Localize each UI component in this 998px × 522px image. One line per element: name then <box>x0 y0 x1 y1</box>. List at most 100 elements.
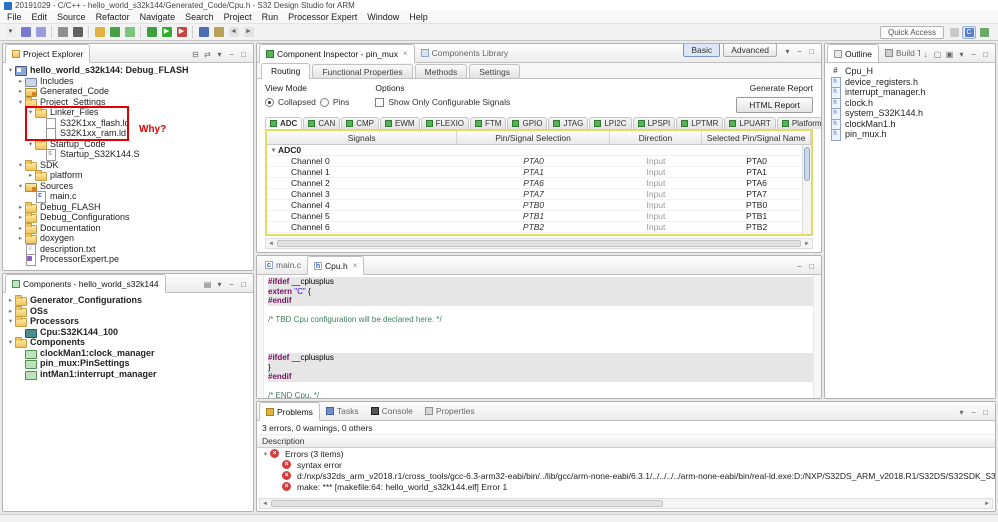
pin-selection[interactable]: PTA0 <box>457 156 609 166</box>
code-area[interactable]: #ifdef __cplusplus extern "C" {#endif /* … <box>264 275 813 398</box>
filter-icon[interactable]: ▤ <box>202 280 213 289</box>
menu-help[interactable]: Help <box>404 11 433 23</box>
project-item-s32k1xx-flash-ld[interactable]: S32K1xx_flash.ld <box>3 117 253 130</box>
editor-tab-main-c[interactable]: c main.c <box>259 256 307 274</box>
outline-item-device-registers-h[interactable]: device_registers.h <box>825 76 995 89</box>
code-line[interactable]: #endif <box>268 296 813 306</box>
peripheral-tab-can[interactable]: CAN <box>303 117 341 129</box>
scroll-left-icon[interactable]: ◄ <box>266 241 276 247</box>
quick-access-button[interactable]: Quick Access <box>879 25 944 39</box>
scroll-left-icon[interactable]: ◄ <box>260 501 270 507</box>
project-item-s32k1xx-ram-ld[interactable]: S32K1xx_ram.ld <box>3 128 253 141</box>
code-line[interactable] <box>268 306 813 316</box>
code-line[interactable]: #endif <box>268 372 813 382</box>
minimize-icon[interactable]: − <box>226 280 237 289</box>
project-item-processorexpert-pe[interactable]: ProcessorExpert.pe <box>3 254 253 267</box>
expand-arrow[interactable]: ▸ <box>26 171 35 179</box>
collapse-all-icon[interactable]: ⊟ <box>190 50 201 59</box>
code-line[interactable]: /* TBD Cpu configuration will be declare… <box>268 315 813 325</box>
project-item-generated-code[interactable]: ▸ Generated_Code <box>3 86 253 98</box>
peripheral-tab-lpspi[interactable]: LPSPI <box>632 117 676 129</box>
signal-row[interactable]: Channel 5 PTB1 Input PTB1 <box>267 211 811 222</box>
project-item-debug-configurations[interactable]: ▸ Debug_Configurations <box>3 212 253 224</box>
debug-perspective-icon[interactable] <box>977 26 991 39</box>
signal-row[interactable]: Channel 0 PTA0 Input PTA0 <box>267 156 811 167</box>
expand-arrow[interactable]: ▸ <box>16 203 25 211</box>
view-menu-icon[interactable]: ▾ <box>782 47 793 56</box>
project-item-description-txt[interactable]: description.txt <box>3 243 253 256</box>
maximize-icon[interactable]: □ <box>980 50 991 59</box>
project-item-project-settings[interactable]: ▾ Project_Settings <box>3 96 253 108</box>
pin-selection[interactable]: PTA6 <box>457 178 609 188</box>
scrollbar-thumb[interactable] <box>271 500 663 507</box>
code-line[interactable]: extern "C" { <box>268 286 813 296</box>
signal-row[interactable]: Channel 3 PTA7 Input PTA7 <box>267 189 811 200</box>
menu-project[interactable]: Project <box>219 11 257 23</box>
signal-row[interactable]: Channel 6 PTB2 Input PTB2 <box>267 222 811 233</box>
problems-tab-console[interactable]: Console <box>365 402 419 420</box>
signal-row[interactable]: Channel 2 PTA6 Input PTA6 <box>267 178 811 189</box>
menu-source[interactable]: Source <box>52 11 91 23</box>
subtab-methods[interactable]: Methods <box>414 64 468 78</box>
peripheral-tab-adc[interactable]: ADC <box>265 117 303 129</box>
sort-icon[interactable]: ↓ <box>920 50 931 59</box>
code-line[interactable] <box>268 344 813 354</box>
pin-selection[interactable]: PTB2 <box>457 222 609 232</box>
menu-window[interactable]: Window <box>362 11 404 23</box>
menu-search[interactable]: Search <box>180 11 219 23</box>
scroll-right-icon[interactable]: ► <box>802 241 812 247</box>
view-mode-option-pins[interactable]: Pins <box>319 97 349 107</box>
advanced-button[interactable]: Advanced <box>723 44 777 57</box>
table-horizontal-scrollbar[interactable]: ◄ ► <box>265 238 813 249</box>
column-header-direction[interactable]: Direction <box>610 131 703 144</box>
close-icon[interactable]: × <box>401 49 408 58</box>
project-item-sources[interactable]: ▾ Sources <box>3 181 253 192</box>
minimize-icon[interactable]: − <box>968 408 979 417</box>
view-menu-icon[interactable]: ▾ <box>956 50 967 59</box>
problems-tab-properties[interactable]: Properties <box>419 402 481 420</box>
description-column-header[interactable]: Description <box>257 435 995 448</box>
project-item-main-c[interactable]: main.c <box>3 191 253 204</box>
code-line[interactable] <box>268 325 813 335</box>
expand-arrow[interactable]: ▾ <box>269 146 278 154</box>
expand-arrow[interactable]: ▾ <box>16 98 25 106</box>
new-project-icon[interactable] <box>93 25 107 39</box>
signal-group-row[interactable]: ▾ ADC0 <box>267 145 811 156</box>
minimize-icon[interactable]: − <box>794 47 805 56</box>
component-item-pin-mux-pinsettings[interactable]: pin_mux:PinSettings <box>3 358 253 370</box>
pin-selection[interactable]: PTA7 <box>457 189 609 199</box>
peripheral-tab-ftm[interactable]: FTM <box>470 117 507 129</box>
project-item-startup-code[interactable]: ▾ Startup_Code <box>3 138 253 150</box>
close-icon[interactable]: × <box>351 261 358 270</box>
outline-tab-outline[interactable]: Outline <box>827 44 879 62</box>
run-icon[interactable]: ▶ <box>160 25 174 39</box>
expand-arrow[interactable]: ▾ <box>6 66 15 74</box>
code-line[interactable]: } <box>268 362 813 372</box>
problem-row[interactable]: syntax error <box>257 459 995 470</box>
project-item-linker-files[interactable]: ▾ Linker_Files <box>3 107 253 119</box>
code-line[interactable]: /* END Cpu. */ <box>268 391 813 398</box>
pin-selection[interactable]: PTB0 <box>457 200 609 210</box>
search-icon[interactable] <box>197 25 211 39</box>
configurable-signals-checkbox[interactable] <box>375 97 385 107</box>
expand-arrow[interactable]: ▾ <box>16 182 25 190</box>
maximize-icon[interactable]: □ <box>238 50 249 59</box>
view-menu-icon[interactable]: ▾ <box>214 50 225 59</box>
peripheral-tab-ewm[interactable]: EWM <box>380 117 420 129</box>
expand-arrow[interactable]: ▸ <box>6 296 15 304</box>
view-menu-icon[interactable]: ▾ <box>214 280 225 289</box>
code-line[interactable]: #ifdef __cplusplus <box>268 277 813 287</box>
expand-arrow[interactable]: ▾ <box>26 108 35 116</box>
update-code-icon[interactable] <box>108 25 122 39</box>
problem-row[interactable]: ▾ Errors (3 items) <box>257 448 995 459</box>
expand-arrow[interactable]: ▸ <box>16 213 25 221</box>
peripheral-tab-cmp[interactable]: CMP <box>341 117 380 129</box>
hide-fields-icon[interactable]: ▢ <box>932 50 943 59</box>
expand-arrow[interactable]: ▾ <box>16 161 25 169</box>
menu-file[interactable]: File <box>2 11 27 23</box>
project-item-startup-s32k144-s[interactable]: Startup_S32K144.S <box>3 149 253 162</box>
minimize-icon[interactable]: − <box>968 50 979 59</box>
expand-arrow[interactable]: ▸ <box>16 224 25 232</box>
html-report-button[interactable]: HTML Report <box>736 97 813 113</box>
component-item-processors[interactable]: ▾ Processors <box>3 316 253 328</box>
